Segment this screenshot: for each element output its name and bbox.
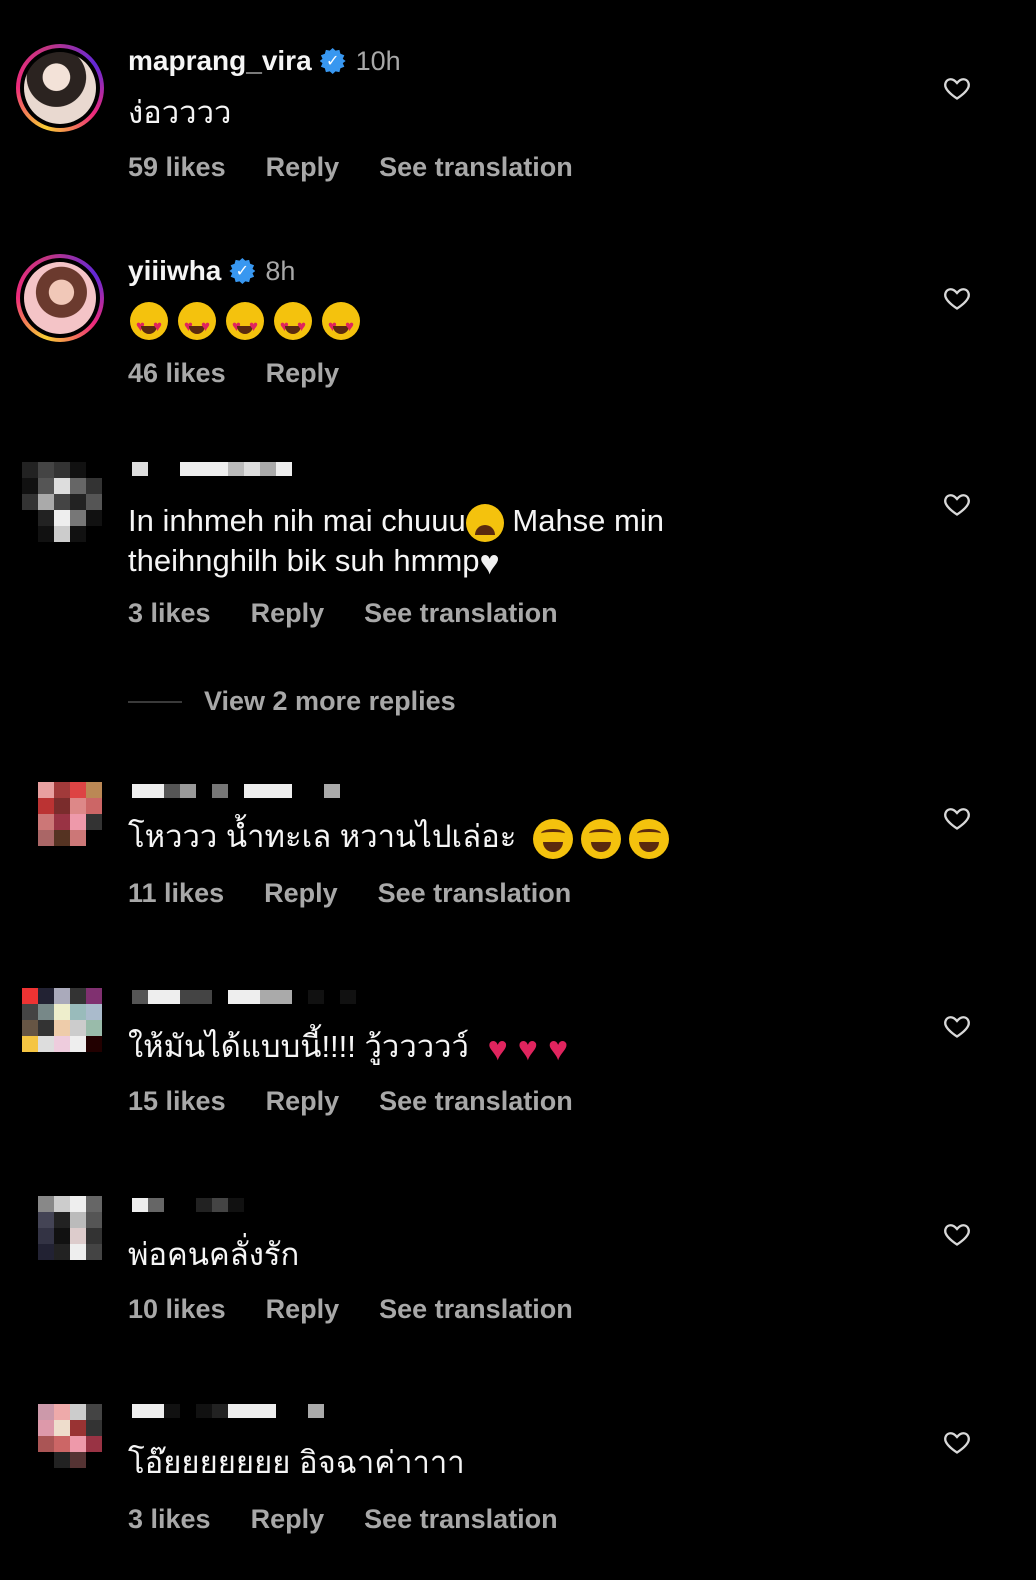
red-heart-emoji-icon: ♥ xyxy=(487,1029,508,1068)
divider xyxy=(128,700,182,703)
avatar[interactable] xyxy=(38,1404,102,1468)
comment-text: In inhmeh nih mai chuuu Mahse min theihn… xyxy=(128,503,664,582)
avatar[interactable] xyxy=(38,1196,102,1260)
comment-text: ง่อวววว xyxy=(128,95,232,130)
red-heart-emoji-icon: ♥ xyxy=(517,1029,538,1068)
laughing-emoji-icon xyxy=(629,818,670,859)
avatar[interactable] xyxy=(22,988,102,1052)
username[interactable]: yiiiwha xyxy=(128,255,221,287)
avatar[interactable] xyxy=(16,44,104,132)
timestamp: 10h xyxy=(355,45,401,76)
heart-outline-icon[interactable] xyxy=(942,284,972,312)
reply-button[interactable]: Reply xyxy=(264,878,338,909)
heart-outline-icon[interactable] xyxy=(942,1220,972,1248)
heart-outline-icon[interactable] xyxy=(942,74,972,102)
heart-eyes-emoji-icon xyxy=(322,301,360,346)
see-translation-button[interactable]: See translation xyxy=(378,878,572,909)
heart-outline-icon[interactable] xyxy=(942,1428,972,1456)
likes-count[interactable]: 59 likes xyxy=(128,152,226,183)
white-heart-emoji-icon: ♥ xyxy=(479,543,500,582)
heart-outline-icon[interactable] xyxy=(942,490,972,518)
comment-text: พ่อคนคลั่งรัก xyxy=(128,1237,300,1272)
likes-count[interactable]: 10 likes xyxy=(128,1294,226,1325)
see-translation-button[interactable]: See translation xyxy=(364,598,558,629)
see-translation-button[interactable]: See translation xyxy=(379,152,573,183)
reply-button[interactable]: Reply xyxy=(266,152,340,183)
view-more-replies[interactable]: View 2 more replies xyxy=(128,686,456,717)
username-redacted xyxy=(132,1404,324,1420)
username-redacted xyxy=(132,784,340,800)
verified-badge-icon: ✓ xyxy=(229,258,256,284)
heart-eyes-emoji-icon xyxy=(226,301,264,346)
heart-eyes-emoji-icon xyxy=(178,301,216,346)
likes-count[interactable]: 15 likes xyxy=(128,1086,226,1117)
username[interactable]: maprang_vira xyxy=(128,45,312,77)
username-redacted xyxy=(132,462,292,478)
comment-text: ให้มันได้แบบนี้!!!! วู้ววววว์ ♥ ♥ ♥ xyxy=(128,1029,569,1068)
see-translation-button[interactable]: See translation xyxy=(364,1504,558,1535)
likes-count[interactable]: 46 likes xyxy=(128,358,226,389)
reply-button[interactable]: Reply xyxy=(251,598,325,629)
reply-button[interactable]: Reply xyxy=(266,358,340,389)
username-redacted xyxy=(132,990,356,1006)
verified-badge-icon: ✓ xyxy=(319,48,346,74)
timestamp: 8h xyxy=(265,255,296,286)
username-redacted xyxy=(132,1198,244,1214)
comment-text: โหววว น้ำทะเล หวานไปเล่อะ xyxy=(128,818,768,859)
see-translation-button[interactable]: See translation xyxy=(379,1086,573,1117)
crying-emoji-icon xyxy=(465,503,504,542)
comment-text xyxy=(130,300,770,346)
comment-text: โอ๊ยยยยยยย อิจฉาค่าาาา xyxy=(128,1445,465,1480)
likes-count[interactable]: 3 likes xyxy=(128,1504,211,1535)
likes-count[interactable]: 11 likes xyxy=(128,878,224,909)
avatar[interactable] xyxy=(38,782,102,846)
heart-outline-icon[interactable] xyxy=(942,1012,972,1040)
see-translation-button[interactable]: See translation xyxy=(379,1294,573,1325)
heart-eyes-emoji-icon xyxy=(130,301,168,346)
laughing-emoji-icon xyxy=(533,818,574,859)
view-more-label[interactable]: View 2 more replies xyxy=(204,686,456,717)
reply-button[interactable]: Reply xyxy=(266,1086,340,1117)
avatar[interactable] xyxy=(16,254,104,342)
laughing-emoji-icon xyxy=(581,818,622,859)
avatar[interactable] xyxy=(22,462,102,542)
heart-outline-icon[interactable] xyxy=(942,804,972,832)
reply-button[interactable]: Reply xyxy=(266,1294,340,1325)
reply-button[interactable]: Reply xyxy=(251,1504,325,1535)
heart-eyes-emoji-icon xyxy=(274,301,312,346)
red-heart-emoji-icon: ♥ xyxy=(547,1029,569,1068)
likes-count[interactable]: 3 likes xyxy=(128,598,211,629)
